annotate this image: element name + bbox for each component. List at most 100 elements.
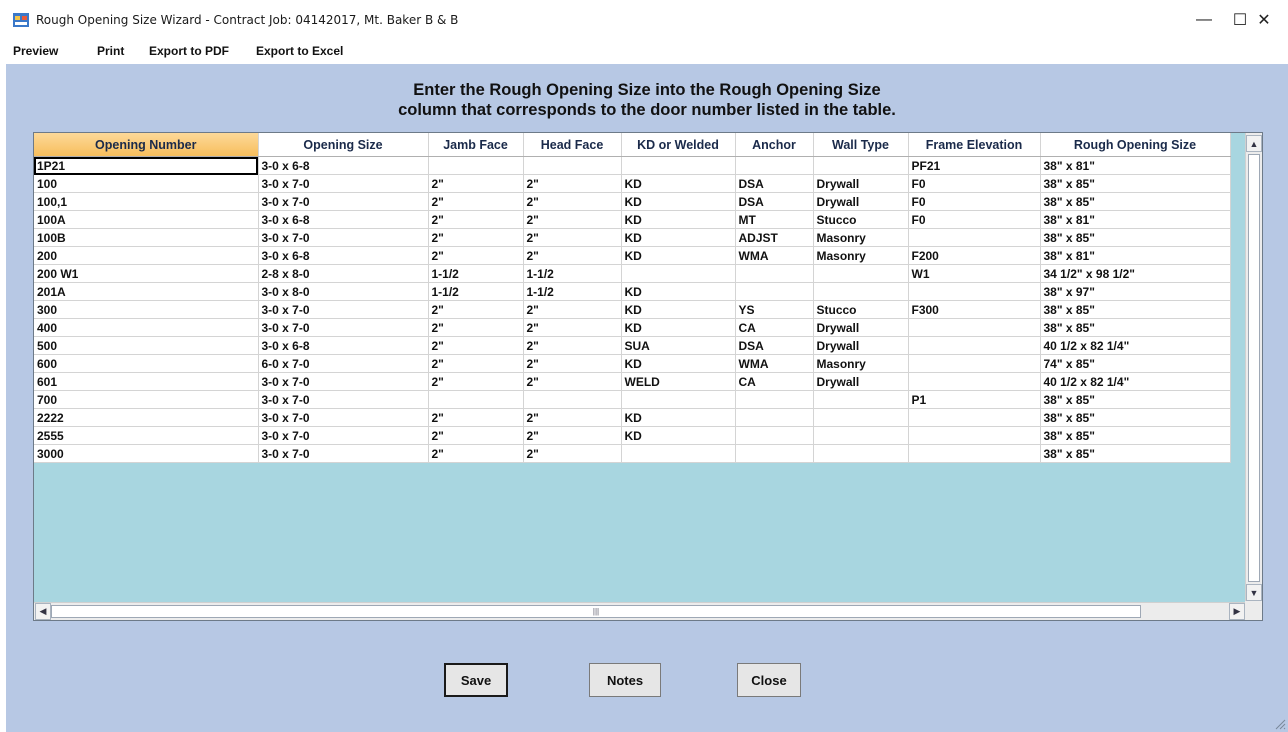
grid-cell[interactable]: 38" x 85" bbox=[1040, 228, 1231, 247]
grid-cell[interactable]: W1 bbox=[908, 264, 1041, 283]
grid-cell[interactable]: 2" bbox=[523, 174, 622, 193]
grid-cell[interactable] bbox=[735, 390, 814, 409]
grid-cell[interactable] bbox=[735, 426, 814, 445]
grid-cell[interactable] bbox=[523, 390, 622, 409]
grid-cell[interactable]: 2" bbox=[428, 246, 524, 265]
grid-cell[interactable]: 2555 bbox=[34, 426, 259, 445]
grid-cell[interactable]: 601 bbox=[34, 372, 259, 391]
table-row[interactable]: 100B 3-0 x 7-0 2" 2" KD ADJST Masonry 38" x 85" bbox=[34, 228, 1231, 247]
grid-cell[interactable] bbox=[621, 390, 736, 409]
grid-cell[interactable]: 34 1/2" x 98 1/2" bbox=[1040, 264, 1231, 283]
column-header[interactable]: Wall Type bbox=[813, 133, 909, 157]
scroll-up-icon[interactable]: ▲ bbox=[1246, 135, 1262, 152]
column-header[interactable]: Jamb Face bbox=[428, 133, 524, 157]
scroll-right-icon[interactable]: ▶ bbox=[1229, 603, 1245, 620]
grid-cell[interactable]: DSA bbox=[735, 336, 814, 355]
grid-cell[interactable]: 1-1/2 bbox=[523, 264, 622, 283]
grid-cell[interactable] bbox=[813, 426, 909, 445]
grid-cell[interactable] bbox=[813, 264, 909, 283]
grid-cell[interactable]: 2" bbox=[523, 408, 622, 427]
grid-cell[interactable]: KD bbox=[621, 426, 736, 445]
grid-cell[interactable]: 500 bbox=[34, 336, 259, 355]
grid-cell[interactable] bbox=[908, 282, 1041, 301]
grid-cell[interactable] bbox=[813, 444, 909, 463]
grid-cell[interactable] bbox=[908, 318, 1041, 337]
grid-cell[interactable]: CA bbox=[735, 372, 814, 391]
grid-cell[interactable]: ADJST bbox=[735, 228, 814, 247]
grid-cell[interactable]: KD bbox=[621, 228, 736, 247]
grid-cell[interactable]: Stucco bbox=[813, 210, 909, 229]
grid-cell[interactable] bbox=[621, 156, 736, 175]
grid-cell[interactable]: 2" bbox=[523, 192, 622, 211]
grid-cell[interactable]: KD bbox=[621, 300, 736, 319]
grid-cell[interactable]: F0 bbox=[908, 174, 1041, 193]
column-header[interactable]: Opening Size bbox=[258, 133, 429, 157]
close-window-button[interactable]: ✕ bbox=[1242, 6, 1286, 34]
grid-cell[interactable]: KD bbox=[621, 318, 736, 337]
grid-cell[interactable]: 2" bbox=[428, 372, 524, 391]
grid-cell[interactable]: Stucco bbox=[813, 300, 909, 319]
grid-cell[interactable]: 6-0 x 7-0 bbox=[258, 354, 429, 373]
grid-cell[interactable]: 2" bbox=[428, 336, 524, 355]
horizontal-scrollbar[interactable]: ◀ ||| ▶ bbox=[34, 602, 1247, 620]
grid-cell[interactable]: KD bbox=[621, 282, 736, 301]
grid-cell[interactable]: 2" bbox=[523, 228, 622, 247]
grid-cell[interactable]: 100 bbox=[34, 174, 259, 193]
grid-cell[interactable] bbox=[813, 390, 909, 409]
grid-cell[interactable]: WMA bbox=[735, 354, 814, 373]
menu-preview[interactable]: Preview bbox=[13, 44, 58, 58]
grid-cell[interactable]: 3-0 x 8-0 bbox=[258, 282, 429, 301]
grid-cell[interactable]: 2" bbox=[428, 300, 524, 319]
grid-cell[interactable]: 3-0 x 6-8 bbox=[258, 246, 429, 265]
table-row[interactable]: 1P21 3-0 x 6-8 PF21 38" x 81" bbox=[34, 156, 1231, 175]
grid-cell[interactable]: 3-0 x 7-0 bbox=[258, 228, 429, 247]
grid-cell[interactable]: 2" bbox=[523, 210, 622, 229]
grid-cell[interactable]: Masonry bbox=[813, 228, 909, 247]
grid-cell[interactable]: 3-0 x 6-8 bbox=[258, 156, 429, 175]
grid-cell[interactable]: 1P21 bbox=[34, 156, 259, 175]
grid-cell[interactable]: 2" bbox=[523, 246, 622, 265]
table-row[interactable]: 200 W1 2-8 x 8-0 1-1/2 1-1/2 W1 34 1/2" x 98 … bbox=[34, 264, 1231, 283]
grid-cell[interactable]: P1 bbox=[908, 390, 1041, 409]
grid-cell[interactable]: 2" bbox=[428, 228, 524, 247]
grid-cell[interactable]: 2-8 x 8-0 bbox=[258, 264, 429, 283]
table-row[interactable]: 700 3-0 x 7-0 P1 38" x 85" bbox=[34, 390, 1231, 409]
grid-cell[interactable]: 38" x 85" bbox=[1040, 408, 1231, 427]
grid-cell[interactable]: Drywall bbox=[813, 336, 909, 355]
grid-cell[interactable]: KD bbox=[621, 210, 736, 229]
grid-cell[interactable]: 38" x 81" bbox=[1040, 156, 1231, 175]
grid-cell[interactable]: 2" bbox=[428, 444, 524, 463]
grid-cell[interactable]: 2" bbox=[428, 174, 524, 193]
grid-cell[interactable]: 400 bbox=[34, 318, 259, 337]
grid-cell[interactable]: 38" x 85" bbox=[1040, 318, 1231, 337]
grid-cell[interactable]: KD bbox=[621, 174, 736, 193]
grid-cell[interactable]: 2" bbox=[523, 336, 622, 355]
grid-cell[interactable]: 100,1 bbox=[34, 192, 259, 211]
grid-cell[interactable]: Masonry bbox=[813, 354, 909, 373]
grid-cell[interactable] bbox=[908, 426, 1041, 445]
grid-cell[interactable]: 1-1/2 bbox=[428, 264, 524, 283]
column-header[interactable]: Frame Elevation bbox=[908, 133, 1041, 157]
grid-cell[interactable]: 3-0 x 7-0 bbox=[258, 318, 429, 337]
grid-cell[interactable]: Drywall bbox=[813, 318, 909, 337]
grid-cell[interactable]: 2222 bbox=[34, 408, 259, 427]
grid-cell[interactable]: F0 bbox=[908, 192, 1041, 211]
title-bar[interactable]: Rough Opening Size Wizard - Contract Job… bbox=[0, 0, 1288, 38]
menu-print[interactable]: Print bbox=[97, 44, 124, 58]
grid-cell[interactable]: 300 bbox=[34, 300, 259, 319]
grid-cell[interactable]: 38" x 85" bbox=[1040, 174, 1231, 193]
grid-cell[interactable]: 700 bbox=[34, 390, 259, 409]
save-button[interactable]: Save bbox=[444, 663, 508, 697]
table-row[interactable]: 600 6-0 x 7-0 2" 2" KD WMA Masonry 74" x 85" bbox=[34, 354, 1231, 373]
scroll-left-icon[interactable]: ◀ bbox=[35, 603, 51, 620]
table-row[interactable]: 201A 3-0 x 8-0 1-1/2 1-1/2 KD 38" x 97" bbox=[34, 282, 1231, 301]
grid-cell[interactable]: SUA bbox=[621, 336, 736, 355]
table-row[interactable]: 100 3-0 x 7-0 2" 2" KD DSA Drywall F0 38" x 85" bbox=[34, 174, 1231, 193]
grid-cell[interactable]: Drywall bbox=[813, 174, 909, 193]
grid-cell[interactable]: 38" x 85" bbox=[1040, 390, 1231, 409]
grid-cell[interactable] bbox=[428, 390, 524, 409]
grid-cell[interactable] bbox=[735, 156, 814, 175]
grid-cell[interactable]: PF21 bbox=[908, 156, 1041, 175]
grid-cell[interactable]: 1-1/2 bbox=[428, 282, 524, 301]
grid-cell[interactable] bbox=[523, 156, 622, 175]
